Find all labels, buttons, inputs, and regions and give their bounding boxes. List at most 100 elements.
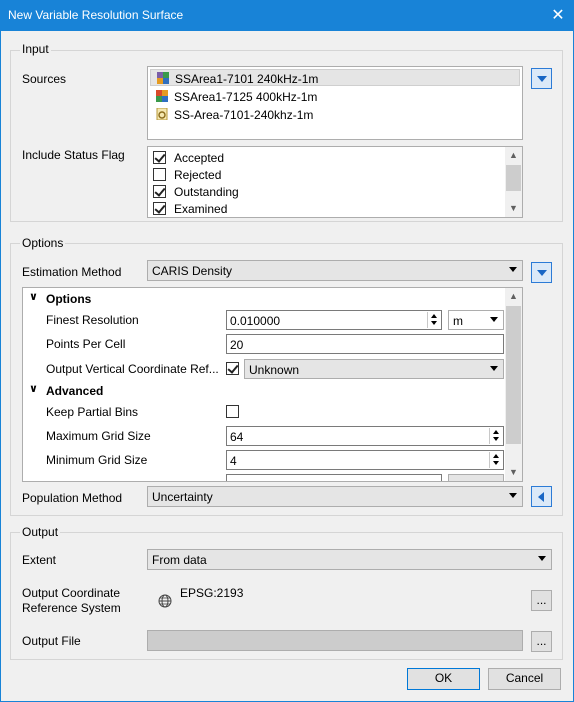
resolution-unit-select[interactable]: m xyxy=(448,310,504,330)
advanced-section-header[interactable]: ∨ Advanced xyxy=(23,380,507,402)
chevron-down-icon xyxy=(537,76,547,82)
output-vcrs-checkbox[interactable] xyxy=(226,362,239,375)
status-flag-item[interactable]: Outstanding xyxy=(150,183,500,200)
status-flag-text: Examined xyxy=(174,202,228,216)
status-list-scrollbar[interactable]: ▲ ▼ xyxy=(505,147,522,217)
spinner-icon[interactable] xyxy=(489,428,502,444)
output-crs-label-line1: Output Coordinate xyxy=(22,586,121,600)
ok-button[interactable]: OK xyxy=(407,668,480,690)
status-checkbox[interactable] xyxy=(153,168,166,181)
status-flag-item[interactable]: Accepted xyxy=(150,149,500,166)
min-grid-value: 4 xyxy=(230,454,237,468)
estimation-method-select[interactable]: CARIS Density xyxy=(147,260,523,281)
sources-list[interactable]: SSArea1-7101 240kHz-1m SSArea1-7125 400k… xyxy=(147,66,523,140)
gear-file-icon xyxy=(156,108,168,120)
status-flag-text: Outstanding xyxy=(174,185,239,199)
grid-icon xyxy=(157,72,169,84)
min-grid-row: Minimum Grid Size 4 xyxy=(23,449,507,471)
keep-partial-row: Keep Partial Bins xyxy=(23,401,507,423)
options-group-title: Options xyxy=(20,236,66,250)
output-group-title: Output xyxy=(20,525,61,539)
population-collapse-button[interactable] xyxy=(531,486,552,507)
clipped-row xyxy=(23,473,507,481)
population-method-select[interactable]: Uncertainty xyxy=(147,486,523,507)
output-vcrs-label: Output Vertical Coordinate Ref... xyxy=(46,362,219,376)
output-vcrs-value: Unknown xyxy=(249,363,300,377)
max-grid-input[interactable]: 64 xyxy=(226,426,504,446)
section-title: Advanced xyxy=(46,384,104,398)
points-per-cell-label: Points Per Cell xyxy=(46,337,126,351)
property-grid[interactable]: ∨ Options Finest Resolution 0.010000 m P… xyxy=(22,287,523,482)
population-method-value: Uncertainty xyxy=(152,490,213,504)
cancel-button[interactable]: Cancel xyxy=(488,668,561,690)
chevron-down-icon xyxy=(490,366,498,371)
max-grid-value: 64 xyxy=(230,430,244,444)
options-section-header[interactable]: ∨ Options xyxy=(23,288,507,310)
output-crs-value: EPSG:2193 xyxy=(180,586,244,600)
keep-partial-checkbox[interactable] xyxy=(226,405,239,418)
chevron-down-icon xyxy=(509,493,517,498)
section-title: Options xyxy=(46,292,92,306)
file-browse-button[interactable]: ... xyxy=(531,631,552,652)
collapse-chevron-icon[interactable]: ∨ xyxy=(29,382,38,395)
chevron-down-icon xyxy=(509,267,517,272)
chevron-down-icon xyxy=(490,317,498,322)
status-flag-text: Rejected xyxy=(174,168,222,182)
estimation-method-label: Estimation Method xyxy=(22,265,122,279)
title-bar: New Variable Resolution Surface ✕ xyxy=(0,0,574,31)
spinner-icon[interactable] xyxy=(427,312,440,328)
scroll-up-icon[interactable]: ▲ xyxy=(505,147,522,164)
output-file-label: Output File xyxy=(22,634,81,648)
population-method-label: Population Method xyxy=(22,491,123,505)
max-grid-row: Maximum Grid Size 64 xyxy=(23,425,507,447)
finest-resolution-input[interactable]: 0.010000 xyxy=(226,310,442,330)
extent-label: Extent xyxy=(22,553,57,567)
chevron-down-icon xyxy=(538,556,546,561)
sources-add-button[interactable] xyxy=(531,68,552,89)
keep-partial-label: Keep Partial Bins xyxy=(46,405,139,419)
status-flag-item[interactable]: Examined xyxy=(150,200,500,217)
estimation-method-value: CARIS Density xyxy=(152,264,233,278)
points-per-cell-value: 20 xyxy=(230,338,244,352)
extent-select[interactable]: From data xyxy=(147,549,552,570)
status-checkbox[interactable] xyxy=(153,185,166,198)
input-group-title: Input xyxy=(20,42,51,56)
scroll-thumb[interactable] xyxy=(506,165,521,191)
source-item[interactable]: SS-Area-7101-240khz-1m xyxy=(150,106,520,123)
scroll-thumb[interactable] xyxy=(506,306,521,444)
output-vcrs-select[interactable]: Unknown xyxy=(244,359,504,379)
clipped-select[interactable] xyxy=(448,474,504,481)
points-per-cell-row: Points Per Cell 20 xyxy=(23,333,507,355)
status-flag-list[interactable]: Accepted Rejected Outstanding Examined ▲… xyxy=(147,146,523,218)
scroll-down-icon[interactable]: ▼ xyxy=(505,200,522,217)
crs-browse-button[interactable]: ... xyxy=(531,590,552,611)
chevron-down-icon xyxy=(537,270,547,276)
close-icon[interactable]: ✕ xyxy=(542,0,574,31)
output-file-input[interactable] xyxy=(147,630,523,651)
source-item-label: SSArea1-7125 400kHz-1m xyxy=(174,90,318,104)
source-item[interactable]: SSArea1-7125 400kHz-1m xyxy=(150,88,520,105)
scroll-up-icon[interactable]: ▲ xyxy=(505,288,522,305)
status-checkbox[interactable] xyxy=(153,202,166,215)
min-grid-label: Minimum Grid Size xyxy=(46,453,148,467)
source-item-label: SSArea1-7101 240kHz-1m xyxy=(175,72,319,86)
status-flag-item[interactable]: Rejected xyxy=(150,166,500,183)
output-crs-label-line2: Reference System xyxy=(22,601,121,615)
clipped-input[interactable] xyxy=(226,474,442,481)
points-per-cell-input[interactable]: 20 xyxy=(226,334,504,354)
max-grid-label: Maximum Grid Size xyxy=(46,429,151,443)
source-item[interactable]: SSArea1-7101 240kHz-1m xyxy=(150,69,520,86)
min-grid-input[interactable]: 4 xyxy=(226,450,504,470)
scroll-down-icon[interactable]: ▼ xyxy=(505,464,522,481)
extent-value: From data xyxy=(152,553,207,567)
spinner-icon[interactable] xyxy=(489,452,502,468)
globe-icon xyxy=(158,594,172,608)
status-flag-text: Accepted xyxy=(174,151,225,165)
finest-resolution-row: Finest Resolution 0.010000 m xyxy=(23,309,507,331)
collapse-chevron-icon[interactable]: ∨ xyxy=(29,290,38,303)
property-grid-scrollbar[interactable]: ▲ ▼ xyxy=(505,288,522,481)
finest-resolution-label: Finest Resolution xyxy=(46,313,139,327)
status-flag-label: Include Status Flag xyxy=(22,148,125,162)
estimation-expand-button[interactable] xyxy=(531,262,552,283)
status-checkbox[interactable] xyxy=(153,151,166,164)
